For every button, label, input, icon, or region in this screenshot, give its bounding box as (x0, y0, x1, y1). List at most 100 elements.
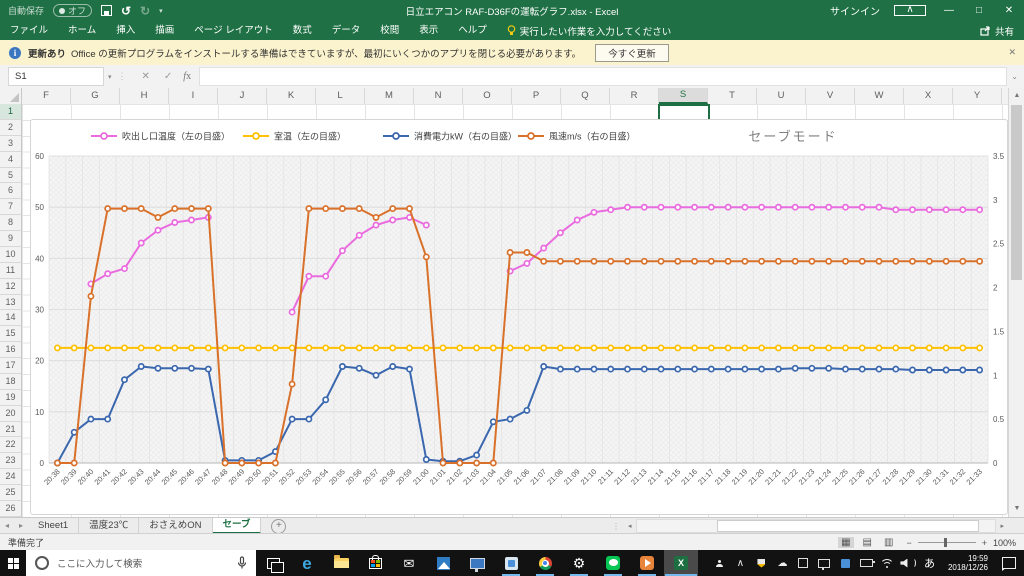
row-header-21[interactable]: 21 (0, 422, 21, 438)
show-hidden-icons-chevron[interactable]: ∧ (730, 550, 751, 576)
tell-me-box[interactable]: 実行したい作業を入力してください (507, 24, 671, 38)
column-header-G[interactable]: G (71, 88, 120, 104)
volume-icon[interactable] (898, 550, 919, 576)
row-header-18[interactable]: 18 (0, 374, 21, 390)
scroll-up-icon[interactable]: ▲ (1009, 88, 1024, 104)
cloud-icon[interactable]: ☁ (772, 550, 793, 576)
row-header-7[interactable]: 7 (0, 199, 21, 216)
sheet-tab-おさえめON[interactable]: おさえめON (139, 518, 213, 534)
zoom-percentage[interactable]: 100% (993, 538, 1016, 548)
normal-view-icon[interactable]: ▦ (838, 537, 854, 548)
row-header-23[interactable]: 23 (0, 453, 21, 470)
row-header-20[interactable]: 20 (0, 406, 21, 422)
sheet-tab-温度23℃[interactable]: 温度23℃ (79, 518, 140, 534)
restore-button[interactable]: □ (964, 5, 994, 16)
cancel-entry-icon[interactable]: ✕ (142, 71, 150, 82)
page-layout-view-icon[interactable]: ▤ (860, 537, 875, 548)
row-header-6[interactable]: 6 (0, 183, 21, 200)
select-all-corner[interactable] (0, 88, 22, 104)
zoom-slider[interactable] (917, 538, 976, 547)
horizontal-scroll-thumb[interactable] (716, 520, 979, 532)
ribbon-tab-描画[interactable]: 描画 (145, 21, 184, 40)
column-header-R[interactable]: R (610, 88, 659, 104)
row-header-15[interactable]: 15 (0, 326, 21, 343)
column-header-U[interactable]: U (757, 88, 806, 104)
mail-icon[interactable]: ✉ (392, 550, 426, 576)
chrome-icon[interactable] (528, 550, 562, 576)
column-header-W[interactable]: W (855, 88, 904, 104)
row-header-4[interactable]: 4 (0, 152, 21, 168)
row-header-5[interactable]: 5 (0, 168, 21, 184)
close-button[interactable]: ✕ (994, 5, 1024, 16)
undo-icon[interactable]: ↺ (121, 4, 131, 18)
name-box[interactable]: S1 (8, 67, 104, 86)
row-header-19[interactable]: 19 (0, 390, 21, 406)
scroll-down-icon[interactable]: ▼ (1009, 501, 1024, 517)
column-header-P[interactable]: P (512, 88, 561, 104)
row-header-24[interactable]: 24 (0, 469, 21, 485)
ribbon-tab-校閲[interactable]: 校閲 (370, 21, 409, 40)
ribbon-tab-表示[interactable]: 表示 (409, 21, 448, 40)
taskbar-search-box[interactable]: ここに入力して検索 (26, 550, 256, 576)
row-header-14[interactable]: 14 (0, 310, 21, 327)
column-header-O[interactable]: O (463, 88, 512, 104)
column-header-M[interactable]: M (365, 88, 414, 104)
column-header-N[interactable]: N (414, 88, 463, 104)
row-header-9[interactable]: 9 (0, 231, 21, 247)
row-header-25[interactable]: 25 (0, 485, 21, 501)
row-header-16[interactable]: 16 (0, 342, 21, 358)
ribbon-tab-ヘルプ[interactable]: ヘルプ (448, 21, 497, 40)
action-center-icon[interactable] (1002, 557, 1016, 571)
zoom-out-icon[interactable]: − (906, 538, 911, 548)
row-header-10[interactable]: 10 (0, 247, 21, 263)
horizontal-scroll-track[interactable] (635, 519, 997, 533)
excel-taskbar-icon[interactable]: X (664, 550, 698, 576)
column-header-Q[interactable]: Q (561, 88, 610, 104)
scroll-left-icon[interactable]: ◂ (624, 522, 636, 530)
photos-icon[interactable] (426, 550, 460, 576)
name-box-dropdown-icon[interactable]: ▾ (108, 73, 112, 81)
formula-input[interactable] (199, 67, 1008, 86)
confirm-entry-icon[interactable]: ✓ (164, 71, 172, 82)
column-header-V[interactable]: V (806, 88, 855, 104)
update-now-button[interactable]: 今すぐ更新 (595, 43, 669, 62)
column-header-H[interactable]: H (120, 88, 169, 104)
file-explorer-icon[interactable] (324, 550, 358, 576)
signin-button[interactable]: サインイン (830, 3, 880, 18)
start-button[interactable] (0, 550, 26, 576)
row-header-22[interactable]: 22 (0, 437, 21, 454)
edge-icon[interactable]: e (290, 550, 324, 576)
row-header-26[interactable]: 26 (0, 501, 21, 517)
ime-indicator[interactable]: あ (919, 550, 940, 576)
column-header-X[interactable]: X (904, 88, 953, 104)
app-icon[interactable] (494, 550, 528, 576)
wifi-icon[interactable] (877, 550, 898, 576)
column-header-L[interactable]: L (316, 88, 365, 104)
store-icon[interactable] (358, 550, 392, 576)
notification-close-icon[interactable]: ✕ (1008, 47, 1016, 58)
column-header-I[interactable]: I (169, 88, 218, 104)
battery-icon[interactable] (856, 550, 877, 576)
zoom-in-icon[interactable]: + (982, 538, 987, 548)
ribbon-tab-数式[interactable]: 数式 (283, 21, 322, 40)
defender-shield-icon[interactable] (751, 550, 772, 576)
column-header-J[interactable]: J (218, 88, 267, 104)
row-header-8[interactable]: 8 (0, 215, 21, 231)
vertical-scrollbar[interactable]: ▲ ▼ (1008, 88, 1024, 517)
new-sheet-button[interactable]: + (271, 519, 287, 534)
qat-dropdown-icon[interactable]: ▾ (159, 7, 163, 15)
column-header-S[interactable]: S (659, 88, 708, 104)
horizontal-scrollbar[interactable]: ⋮ ◂ ▸ (612, 518, 1008, 534)
column-header-T[interactable]: T (708, 88, 757, 104)
row-header-17[interactable]: 17 (0, 358, 21, 374)
ribbon-tab-データ[interactable]: データ (322, 21, 371, 40)
share-button[interactable]: 共有 (980, 24, 1014, 38)
display-tray-icon[interactable] (814, 550, 835, 576)
ribbon-tab-ファイル[interactable]: ファイル (0, 21, 58, 40)
people-icon[interactable] (709, 550, 730, 576)
column-header-Y[interactable]: Y (953, 88, 1002, 104)
ribbon-tab-ホーム[interactable]: ホーム (58, 21, 106, 40)
ribbon-display-options-icon[interactable]: ∧ (894, 5, 926, 16)
scroll-right-icon[interactable]: ▸ (996, 522, 1008, 530)
ribbon-tab-挿入[interactable]: 挿入 (106, 21, 145, 40)
